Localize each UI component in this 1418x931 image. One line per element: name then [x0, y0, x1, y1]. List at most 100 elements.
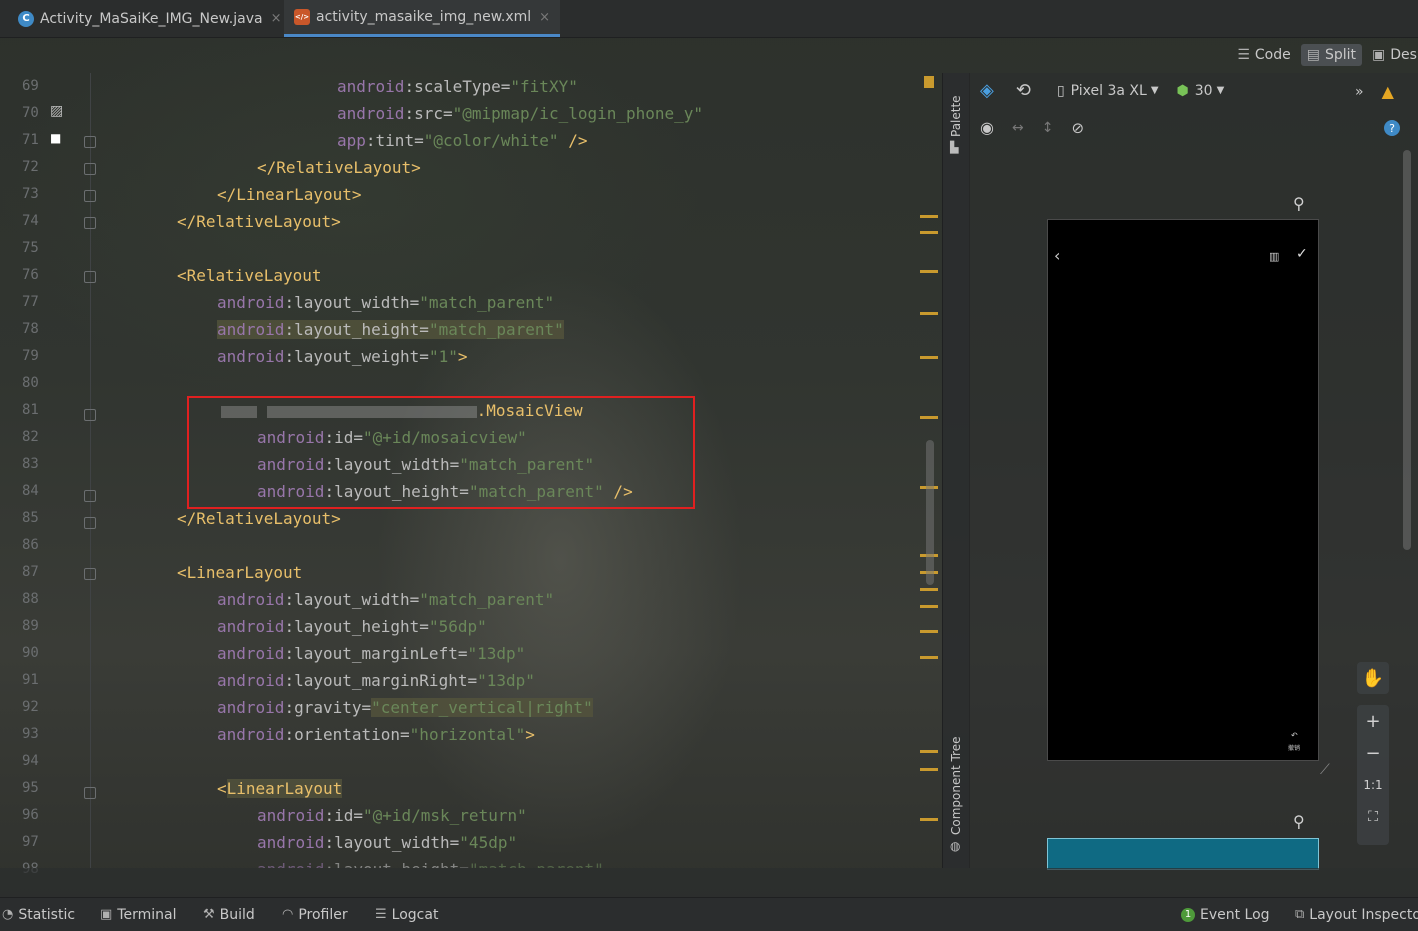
undo-icon[interactable]: ↶ — [1291, 731, 1298, 740]
terminal-label: Terminal — [117, 906, 177, 923]
gauge-icon: ◠ — [282, 907, 294, 922]
warning-marker[interactable] — [924, 76, 934, 88]
stripe-marker[interactable] — [920, 215, 938, 218]
highlight-annotation-box — [187, 396, 695, 509]
code-mode-icon: ☰ — [1237, 47, 1250, 63]
palette-tab[interactable]: Palette — [949, 95, 963, 137]
more-actions-button[interactable]: » — [1355, 84, 1364, 100]
stripe-marker[interactable] — [920, 630, 938, 633]
fold-toggle-icon[interactable] — [84, 217, 96, 229]
stripe-marker[interactable] — [920, 750, 938, 753]
magnet-off-icon[interactable]: ⊘ — [1071, 119, 1084, 137]
zoom-actual-size-button[interactable]: 1:1 — [1357, 769, 1389, 801]
design-mode-icon: ▣ — [1372, 47, 1386, 63]
component-tree-tab[interactable]: Component Tree — [949, 737, 963, 835]
blueprint-preview[interactable] — [1047, 838, 1319, 870]
logcat-tool-button[interactable]: ☰ Logcat — [375, 898, 438, 931]
inspector-icon: ⧉ — [1295, 907, 1305, 922]
design-toolbar-row2: ◉ ↔ ↕ ⊘ — [980, 118, 1084, 137]
code-line-74: </RelativeLayout> — [177, 212, 341, 231]
stripe-marker[interactable] — [920, 270, 938, 273]
resize-handle-icon[interactable]: ⟋ — [1320, 762, 1330, 778]
stripe-marker[interactable] — [920, 605, 938, 608]
tab-label: Activity_MaSaiKe_IMG_New.java — [40, 10, 263, 27]
back-icon[interactable]: ‹ — [1054, 246, 1060, 265]
api-level-selector[interactable]: 30 — [1195, 83, 1213, 99]
profiler-tool-button[interactable]: ◠ Profiler — [282, 898, 348, 931]
fold-toggle-icon[interactable] — [84, 409, 96, 421]
side-tool-strip: Palette ▙ Component Tree ◍ — [942, 73, 970, 868]
orientation-icon[interactable]: ⟲ — [1016, 80, 1031, 101]
check-icon[interactable]: ✓ — [1296, 246, 1308, 262]
code-line-71: app:tint="@color/white" /> — [337, 131, 588, 150]
stripe-marker[interactable] — [920, 231, 938, 234]
code-line-88: android:layout_width="match_parent" — [217, 590, 555, 609]
stripe-marker[interactable] — [920, 312, 938, 315]
warning-icon[interactable]: ▲ — [1382, 82, 1394, 101]
close-tab-icon[interactable]: × — [539, 10, 550, 25]
device-selector[interactable]: Pixel 3a XL — [1071, 83, 1147, 99]
fold-toggle-icon[interactable] — [84, 517, 96, 529]
code-line-70: android:src="@mipmap/ic_login_phone_y" — [337, 104, 704, 123]
fold-toggle-icon[interactable] — [84, 787, 96, 799]
delete-icon[interactable]: ▥ — [1269, 250, 1279, 263]
event-log-tool-button[interactable]: 1 Event Log — [1181, 898, 1270, 931]
code-line-76: <RelativeLayout — [177, 266, 322, 285]
build-tool-button[interactable]: ⚒ Build — [203, 898, 255, 931]
pin-icon[interactable]: ⚲ — [1293, 812, 1305, 831]
code-line-73: </LinearLayout> — [217, 185, 362, 204]
tab-xml-file[interactable]: </> activity_masaike_img_new.xml × — [284, 0, 561, 37]
vertical-resize-icon[interactable]: ↕ — [1042, 120, 1054, 136]
profiler-label: Profiler — [298, 906, 348, 923]
code-line-98: android:layout_height="match_parent" — [257, 860, 604, 868]
fold-toggle-icon[interactable] — [84, 490, 96, 502]
statistic-label: Statistic — [18, 906, 76, 923]
split-mode-button[interactable]: ▤ Split — [1300, 44, 1362, 66]
horizontal-scroll-area — [0, 868, 1418, 897]
zoom-in-button[interactable]: + — [1357, 705, 1389, 737]
code-line-92: android:gravity="center_vertical|right" — [217, 698, 593, 717]
stripe-marker[interactable] — [920, 416, 938, 419]
code-line-89: android:layout_height="56dp" — [217, 617, 487, 636]
java-class-icon: C — [18, 10, 34, 27]
zoom-out-button[interactable]: − — [1357, 737, 1389, 769]
stripe-marker[interactable] — [920, 768, 938, 771]
stripe-marker[interactable] — [920, 818, 938, 821]
design-scrollbar[interactable] — [1403, 150, 1411, 550]
fold-toggle-icon[interactable] — [84, 568, 96, 580]
zoom-controls: + − 1:1 ⛶ — [1357, 705, 1389, 845]
layers-icon[interactable]: ◈ — [980, 80, 994, 101]
code-line-78: android:layout_height="match_parent" — [217, 320, 564, 339]
fold-toggle-icon[interactable] — [84, 190, 96, 202]
stripe-marker[interactable] — [920, 656, 938, 659]
event-log-label: Event Log — [1200, 906, 1270, 923]
fold-toggle-icon[interactable] — [84, 136, 96, 148]
hand-icon[interactable]: ✋ — [1357, 662, 1389, 694]
pin-icon[interactable]: ⚲ — [1293, 194, 1305, 213]
fold-toggle-icon[interactable] — [84, 163, 96, 175]
help-icon[interactable]: ? — [1384, 120, 1400, 136]
layout-inspector-tool-button[interactable]: ⧉ Layout Inspector — [1295, 898, 1418, 931]
fold-toggle-icon[interactable] — [84, 271, 96, 283]
terminal-tool-button[interactable]: ▣ Terminal — [100, 898, 176, 931]
code-line-69: android:scaleType="fitXY" — [337, 77, 578, 96]
view-mode-switcher: ☰Code ▤Split ▣Design — [1227, 40, 1418, 70]
phone-preview[interactable]: ‹ ▥ ✓ ↶ 撤销 — [1047, 219, 1319, 761]
close-tab-icon[interactable]: × — [271, 11, 282, 26]
tab-java-file[interactable]: C Activity_MaSaiKe_IMG_New.java × — [18, 0, 281, 37]
design-mode-label: Design — [1390, 47, 1418, 63]
statistic-tool-button[interactable]: ◔ Statistic — [2, 898, 75, 931]
code-mode-button[interactable]: ☰ Code — [1231, 44, 1296, 66]
horizontal-resize-icon[interactable]: ↔ — [1012, 120, 1024, 136]
xml-layout-icon: </> — [294, 9, 310, 25]
terminal-icon: ▣ — [100, 907, 113, 922]
editor-scrollbar[interactable] — [926, 440, 934, 585]
pan-control: ✋ — [1357, 662, 1389, 694]
stripe-marker[interactable] — [920, 356, 938, 359]
stripe-marker[interactable] — [920, 588, 938, 591]
zoom-fit-icon[interactable]: ⛶ — [1357, 801, 1389, 833]
eye-icon[interactable]: ◉ — [980, 118, 994, 137]
design-mode-button[interactable]: ▣Design — [1366, 44, 1418, 66]
palette-icon: ▙ — [950, 141, 959, 154]
statistic-icon: ◔ — [2, 907, 14, 922]
